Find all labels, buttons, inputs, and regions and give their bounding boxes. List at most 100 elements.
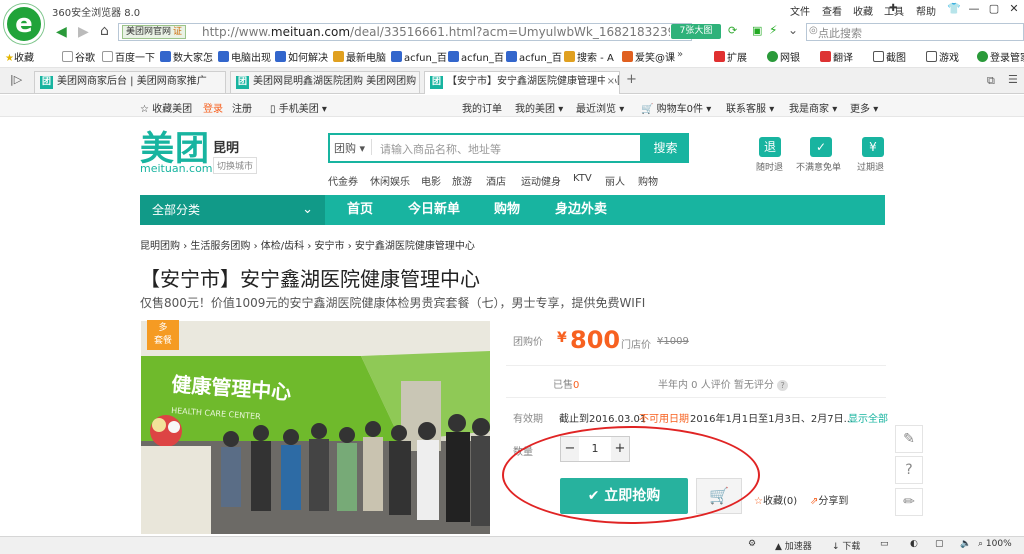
restore-tabs-icon[interactable]: ⧉	[987, 74, 995, 88]
toolbar-bank[interactable]: 网银	[767, 49, 800, 64]
minimize-icon[interactable]: —	[966, 2, 982, 16]
accelerator-button[interactable]: ▲ 加速器	[775, 539, 812, 552]
help-icon[interactable]: ?	[777, 380, 789, 391]
menu-view[interactable]: 查看	[822, 3, 842, 18]
site-verified-tag[interactable]: 美团网官网证	[122, 25, 187, 39]
toolbar-screenshot[interactable]: 截图	[873, 49, 906, 64]
hot-keyword[interactable]: 酒店	[486, 173, 506, 188]
menu-file[interactable]: 文件	[790, 3, 810, 18]
toolbar-extension[interactable]: 扩展	[714, 49, 747, 64]
mobile-meituan[interactable]: ▯ 手机美团 ▾	[270, 100, 327, 115]
sold-label: 已售	[553, 380, 573, 391]
show-all-link[interactable]: 显示全部	[848, 410, 888, 425]
toolbar-game[interactable]: 游戏	[926, 49, 959, 64]
my-meituan-link[interactable]: 我的美团 ▾	[515, 100, 563, 115]
toolbar-login-manager[interactable]: 登录管家	[977, 49, 1024, 64]
breadcrumb-item[interactable]: 安宁市	[315, 241, 345, 252]
my-orders-link[interactable]: 我的订单	[462, 100, 502, 115]
login-link[interactable]: 登录	[203, 100, 223, 115]
big-image-button[interactable]: 7张大图	[671, 24, 721, 39]
menu-tools[interactable]: 工具	[884, 3, 904, 18]
hot-keyword[interactable]: 购物	[638, 173, 658, 188]
dropdown-icon[interactable]: ⌄	[788, 23, 798, 37]
recent-views-link[interactable]: 最近浏览 ▾	[576, 100, 624, 115]
favorites-star-item[interactable]: ★收藏	[5, 49, 34, 64]
deal-search-input[interactable]: 请输入商品名称、地址等	[380, 141, 501, 157]
forward-icon[interactable]: ▶	[78, 24, 89, 40]
hot-keyword[interactable]: 丽人	[605, 173, 625, 188]
tab-current-deal[interactable]: 团【安宁市】安宁鑫湖医院健康管理中心团购】安×	[424, 71, 620, 94]
favorite-button[interactable]: ☆收藏(0)	[754, 492, 797, 507]
breadcrumb-item[interactable]: 昆明团购	[140, 241, 180, 252]
share-button[interactable]: ⇗分享到	[810, 492, 848, 507]
nav-takeout[interactable]: 身边外卖	[555, 195, 607, 225]
sidebar-toggle-icon[interactable]: |▷	[10, 73, 22, 86]
tab-merchant-backend[interactable]: 团美团网商家后台 | 美团网商家推广	[34, 71, 226, 93]
customer-service-link[interactable]: 联系客服 ▾	[726, 100, 774, 115]
fav-item[interactable]: 最新电脑	[333, 49, 386, 64]
home-icon[interactable]: ⌂	[100, 23, 109, 39]
pencil-icon[interactable]: ✏	[895, 488, 923, 516]
fav-item[interactable]: acfun_百	[448, 49, 504, 64]
fav-item[interactable]: 电脑出现	[218, 49, 271, 64]
close-window-icon[interactable]: ✕	[1006, 2, 1022, 16]
sound-icon[interactable]: 🔈	[960, 539, 971, 549]
cart-link[interactable]: 🛒 购物车0件 ▾	[641, 100, 711, 115]
more-link[interactable]: 更多 ▾	[850, 100, 878, 115]
search-button[interactable]: 搜索	[642, 133, 689, 163]
status-tool-icon[interactable]: ◐	[910, 539, 918, 549]
hot-keyword[interactable]: 代金券	[328, 173, 358, 188]
help-question-icon[interactable]: ?	[895, 456, 923, 484]
chevron-down-icon: ▾	[619, 104, 625, 115]
hot-keyword[interactable]: 电影	[421, 173, 441, 188]
merchant-link[interactable]: 我是商家 ▾	[789, 100, 837, 115]
maximize-icon[interactable]: ▢	[986, 2, 1002, 16]
fav-item[interactable]: 搜索 - A	[564, 49, 614, 64]
tab-list-icon[interactable]: ☰	[1008, 73, 1018, 86]
skin-icon[interactable]: 👕	[946, 2, 962, 16]
menu-favorites[interactable]: 收藏	[853, 3, 873, 18]
tab-xinhu-hospital[interactable]: 团美团网昆明鑫湖医院团购 美团网团购	[230, 71, 420, 93]
fav-item[interactable]: acfun_百	[391, 49, 447, 64]
breadcrumb-item[interactable]: 生活服务团购	[190, 241, 250, 252]
register-link[interactable]: 注册	[232, 100, 252, 115]
nav-home[interactable]: 首页	[347, 195, 373, 225]
fav-item[interactable]: 数大家怎	[160, 49, 213, 64]
speed-icon[interactable]: ⚡	[769, 23, 777, 37]
browser-logo-icon[interactable]: e	[4, 4, 44, 44]
breadcrumb-item[interactable]: 体检/齿科	[261, 241, 304, 252]
deal-photo[interactable]: 健康管理中心 HEALTH CARE CENTER	[141, 321, 490, 534]
status-tool-icon[interactable]: ▢	[935, 539, 944, 549]
download-button[interactable]: ↓ 下载	[832, 539, 860, 552]
switch-city-link[interactable]: 切换城市	[213, 157, 258, 174]
fav-item[interactable]: 百度一下	[102, 49, 155, 64]
fav-item[interactable]: acfun_百	[506, 49, 562, 64]
hot-keyword[interactable]: KTV	[573, 173, 592, 184]
all-categories-menu[interactable]: 全部分类 ⌄	[140, 195, 325, 225]
feedback-edit-icon[interactable]: ✎	[895, 425, 923, 453]
download-icon: ↓	[832, 542, 840, 552]
fav-item[interactable]: 如何解决	[275, 49, 328, 64]
hot-keyword[interactable]: 休闲娱乐	[370, 173, 410, 188]
nav-new-today[interactable]: 今日新单	[408, 195, 460, 225]
refresh-icon[interactable]: ⟳	[728, 24, 737, 37]
bookmark-meituan[interactable]: ☆ 收藏美团	[140, 100, 192, 115]
toolbar-translate[interactable]: 翻译	[820, 49, 853, 64]
hot-keyword[interactable]: 旅游	[452, 173, 472, 188]
more-favorites-icon[interactable]: »	[677, 49, 683, 60]
zoom-level[interactable]: ⌕ 100%	[978, 539, 1012, 549]
tab-close-icon[interactable]: ×	[604, 72, 615, 92]
cert-icon[interactable]: ▣	[752, 24, 762, 37]
nav-shopping[interactable]: 购物	[494, 195, 520, 225]
status-tool-icon[interactable]: ▭	[880, 539, 889, 549]
new-tab-icon[interactable]: +	[626, 72, 637, 87]
hot-keyword[interactable]: 运动健身	[521, 173, 561, 188]
fav-item[interactable]: 谷歌	[62, 49, 95, 64]
search-category-select[interactable]: 团购 ▾	[334, 140, 365, 156]
url-text[interactable]: http://www.meituan.com/deal/33516661.htm…	[202, 25, 670, 39]
menu-help[interactable]: 帮助	[916, 3, 936, 18]
search-engine-icon[interactable]: ◎	[809, 25, 818, 36]
status-icon[interactable]: ⚙	[748, 539, 756, 549]
back-icon[interactable]: ◀	[56, 24, 67, 40]
fav-item[interactable]: 爱笑@课	[622, 49, 675, 64]
